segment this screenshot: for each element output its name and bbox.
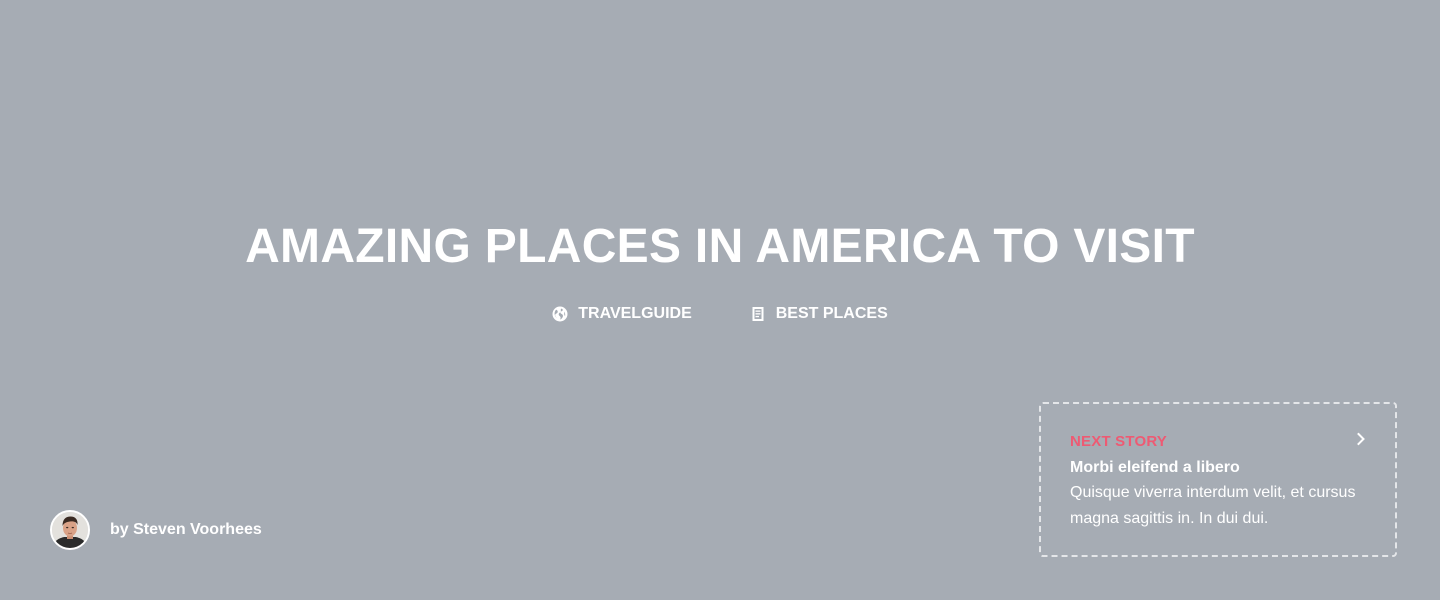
chevron-right-icon[interactable] — [1355, 432, 1367, 446]
globe-icon — [552, 306, 568, 322]
next-story-description: Quisque viverra interdum velit, et cursu… — [1070, 484, 1356, 527]
article-title: AMAZING PLACES IN AMERICA TO VISIT — [245, 220, 1195, 273]
next-story-label: NEXT STORY — [1070, 433, 1168, 450]
author-avatar[interactable] — [50, 510, 90, 550]
document-icon — [750, 306, 766, 322]
category-label: BEST PLACES — [775, 305, 888, 322]
article-meta: TRAVELGUIDE BEST PLACES — [0, 304, 1440, 324]
hero-banner: AMAZING PLACES IN AMERICA TO VISIT TRAVE… — [0, 0, 1440, 600]
category-label: TRAVELGUIDE — [578, 305, 692, 322]
category-link-best-places[interactable]: BEST PLACES — [750, 304, 888, 324]
next-story-card[interactable]: NEXT STORY Morbi eleifend a libero Quisq… — [1039, 402, 1397, 557]
category-link-travelguide[interactable]: TRAVELGUIDE — [552, 304, 692, 324]
author-byline: by Steven Voorhees — [50, 510, 262, 550]
author-name[interactable]: by Steven Voorhees — [110, 520, 262, 540]
next-story-title[interactable]: Morbi eleifend a libero — [1070, 458, 1365, 478]
